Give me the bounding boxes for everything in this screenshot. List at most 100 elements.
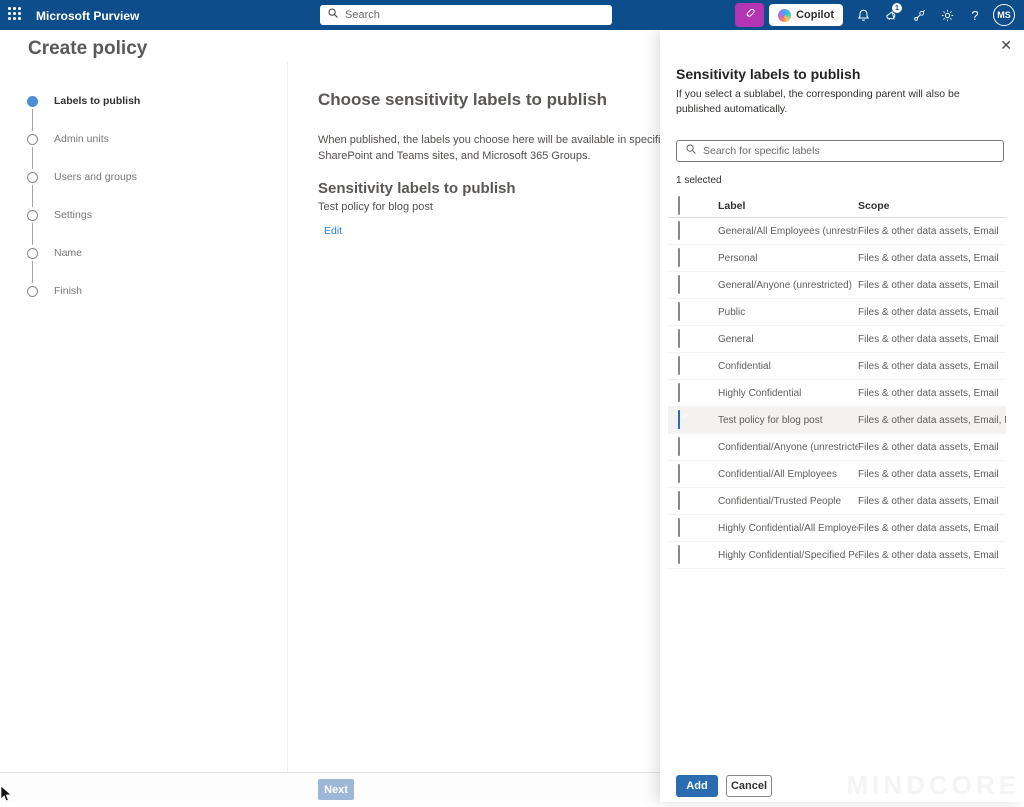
row-checkbox[interactable]	[678, 383, 680, 402]
table-row[interactable]: Public Files & other data assets, Email	[668, 299, 1006, 326]
wizard-step-label: Finish	[54, 285, 82, 297]
row-checkbox[interactable]	[678, 545, 680, 564]
copilot-logo-icon	[778, 9, 791, 22]
link-icon	[912, 8, 927, 23]
selected-count: 1 selected	[676, 175, 1004, 186]
row-label: Highly Confidential/All Employees	[718, 523, 858, 534]
table-row[interactable]: Highly Confidential Files & other data a…	[668, 380, 1006, 407]
copilot-promo-button[interactable]	[735, 3, 764, 27]
label-search[interactable]	[676, 140, 1004, 162]
row-label: Highly Confidential	[718, 388, 858, 399]
row-label: Confidential/All Employees	[718, 469, 858, 480]
wizard-step-label: Users and groups	[54, 171, 137, 183]
brand-title: Microsoft Purview	[36, 9, 139, 23]
row-scope: Files & other data assets, Email	[858, 280, 1006, 291]
table-row[interactable]: Personal Files & other data assets, Emai…	[668, 245, 1006, 272]
help-button[interactable]: ?	[961, 0, 989, 30]
row-label: General/All Employees (unrestricted)	[718, 226, 858, 237]
help-icon: ?	[971, 8, 978, 23]
row-checkbox[interactable]	[678, 437, 680, 456]
edit-link[interactable]: Edit	[324, 225, 342, 237]
links-button[interactable]	[905, 0, 933, 30]
sparkle-wand-icon	[743, 6, 757, 25]
column-header-scope: Scope	[858, 200, 1006, 212]
label-table: Label Scope General/All Employees (unres…	[668, 195, 1006, 569]
bell-icon	[856, 8, 871, 23]
wizard-step-dot-icon	[27, 96, 38, 107]
row-checkbox[interactable]	[678, 410, 680, 429]
gear-icon	[940, 8, 955, 23]
row-checkbox[interactable]	[678, 221, 680, 240]
row-scope: Files & other data assets, Email	[858, 226, 1006, 237]
search-icon	[327, 6, 339, 24]
wizard-step[interactable]: Labels to publish	[0, 82, 287, 120]
copilot-button[interactable]: Copilot	[769, 4, 843, 26]
wizard-step-dot-icon	[27, 172, 38, 183]
panel-title: Sensitivity labels to publish	[676, 66, 1004, 82]
settings-button[interactable]	[933, 0, 961, 30]
table-row[interactable]: Confidential/All Employees Files & other…	[668, 461, 1006, 488]
column-header-label: Label	[718, 200, 858, 212]
announcements-button[interactable]: 1	[877, 0, 905, 30]
row-checkbox[interactable]	[678, 464, 680, 483]
wizard-step[interactable]: Settings	[0, 196, 287, 234]
row-label: Confidential/Anyone (unrestricted)	[718, 442, 858, 453]
watermark-text: MINDCORE	[846, 770, 1020, 801]
account-avatar[interactable]: MS	[993, 4, 1015, 26]
wizard-step[interactable]: Name	[0, 234, 287, 272]
close-icon[interactable]: ✕	[1000, 38, 1012, 52]
wizard-step-label: Admin units	[54, 133, 109, 145]
wizard-step-dot-icon	[27, 134, 38, 145]
notifications-button[interactable]	[849, 0, 877, 30]
row-label: Personal	[718, 253, 858, 264]
row-label: Public	[718, 307, 858, 318]
wizard-step-label: Name	[54, 247, 82, 259]
table-row[interactable]: Highly Confidential/All Employees Files …	[668, 515, 1006, 542]
wizard-step[interactable]: Finish	[0, 272, 287, 310]
next-button[interactable]: Next	[318, 779, 354, 800]
add-button[interactable]: Add	[676, 775, 718, 797]
table-row[interactable]: Confidential/Trusted People Files & othe…	[668, 488, 1006, 515]
wizard-step[interactable]: Users and groups	[0, 158, 287, 196]
row-checkbox[interactable]	[678, 248, 680, 267]
table-row[interactable]: General Files & other data assets, Email	[668, 326, 1006, 353]
row-label: General/Anyone (unrestricted)	[718, 280, 858, 291]
label-search-input[interactable]	[703, 145, 995, 157]
row-scope: Files & other data assets, Email	[858, 442, 1006, 453]
table-row[interactable]: Test policy for blog post Files & other …	[668, 407, 1006, 434]
row-scope: Files & other data assets, Email	[858, 334, 1006, 345]
panel-subtitle: If you select a sublabel, the correspond…	[676, 87, 1004, 117]
row-checkbox[interactable]	[678, 356, 680, 375]
row-label: Confidential	[718, 361, 858, 372]
row-label: Highly Confidential/Specified People	[718, 550, 858, 561]
cancel-button[interactable]: Cancel	[726, 775, 772, 797]
wizard-step[interactable]: Admin units	[0, 120, 287, 158]
wizard-step-label: Settings	[54, 209, 92, 221]
global-search-input[interactable]	[345, 9, 605, 21]
table-row[interactable]: Highly Confidential/Specified People Fil…	[668, 542, 1006, 569]
row-checkbox[interactable]	[678, 275, 680, 294]
row-checkbox[interactable]	[678, 329, 680, 348]
page-title: Create policy	[28, 38, 147, 60]
notification-badge: 1	[892, 3, 902, 13]
table-row[interactable]: General/Anyone (unrestricted) Files & ot…	[668, 272, 1006, 299]
row-checkbox[interactable]	[678, 302, 680, 321]
row-scope: Files & other data assets, Email	[858, 523, 1006, 534]
top-bar: Microsoft Purview Copilot 1	[0, 0, 1024, 30]
row-scope: Files & other data assets, Email	[858, 469, 1006, 480]
global-search[interactable]	[320, 5, 612, 25]
label-table-body: General/All Employees (unrestricted) Fil…	[668, 218, 1006, 569]
copilot-label: Copilot	[796, 9, 834, 21]
row-checkbox[interactable]	[678, 491, 680, 510]
table-row[interactable]: Confidential Files & other data assets, …	[668, 353, 1006, 380]
row-checkbox[interactable]	[678, 518, 680, 537]
table-header-row: Label Scope	[668, 195, 1006, 218]
table-row[interactable]: Confidential/Anyone (unrestricted) Files…	[668, 434, 1006, 461]
select-all-checkbox[interactable]	[678, 196, 680, 215]
app-launcher-icon[interactable]	[8, 7, 24, 23]
wizard-step-label: Labels to publish	[54, 95, 140, 107]
row-scope: Files & other data assets, Email	[858, 361, 1006, 372]
table-row[interactable]: General/All Employees (unrestricted) Fil…	[668, 218, 1006, 245]
search-icon	[685, 142, 697, 160]
row-scope: Files & other data assets, Email, Meetin…	[858, 415, 1006, 426]
